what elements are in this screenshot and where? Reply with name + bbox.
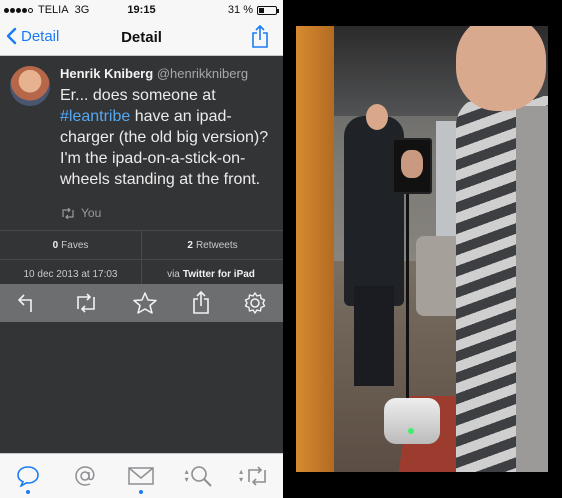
tweet-detail: Henrik Kniberg @henrikkniberg Er... does… [0,56,283,230]
retweet-icon [62,207,74,219]
person-foreground-left [296,26,334,472]
battery-status: 31 % [227,4,279,16]
telepresence-robot-ipad [392,138,432,194]
battery-percentage: 31 % [227,4,253,16]
tab-messages[interactable] [121,456,161,496]
retweeted-by-label: You [81,206,102,220]
unread-dot [139,490,144,494]
favorite-icon[interactable] [133,292,158,314]
at-sign-icon [75,466,95,486]
tab-mentions[interactable] [65,456,105,496]
hashtag-link[interactable]: #leantribe [60,108,130,125]
author-handle: @henrikkniberg [156,66,249,81]
person-jacket [516,106,548,472]
tweet-text: Er... does someone at #leantribe have an… [60,85,276,190]
person-smiling-head [456,26,546,111]
office-photo [296,26,548,472]
tweet-text-before: Er... does someone at [60,87,216,104]
retweeted-by: You [60,206,101,220]
retweet-icon[interactable] [73,293,99,313]
telepresence-robot-base [384,398,440,444]
author-name: Henrik Kniberg [60,66,154,81]
share-icon[interactable] [192,291,210,315]
share-button[interactable] [251,24,269,54]
person-legs [354,286,394,386]
settings-icon[interactable] [244,292,266,314]
unread-dot [26,490,31,494]
tweet-action-bar [0,284,283,322]
faves-count[interactable]: 0 Faves [0,231,141,259]
tab-bar: ▴ ▾ ▴ ▾ [0,453,283,498]
tab-timeline[interactable] [8,456,48,496]
tweet-author[interactable]: Henrik Kniberg @henrikkniberg [60,66,248,81]
person-head [366,104,388,130]
tab-search[interactable]: ▴ ▾ [178,456,218,496]
tab-retweets[interactable]: ▴ ▾ [235,456,275,496]
retweet-icon [248,466,266,486]
telepresence-robot-pole [406,176,409,406]
chat-bubble-icon [17,466,40,487]
share-icon [252,24,268,48]
avatar[interactable] [10,66,50,106]
search-icon [190,466,212,487]
mail-icon [128,467,155,485]
swap-indicator-icon: ▴ ▾ [239,467,244,484]
swap-indicator-icon: ▴ ▾ [184,467,189,484]
tweet-stats: 0 Faves 2 Retweets 10 dec 2013 at 17:03 vi… [0,230,283,289]
retweets-count[interactable]: 2 Retweets [141,231,283,259]
navigation-bar: Detail Detail [0,20,283,56]
battery-icon [257,5,279,15]
status-bar: TELIA 3G 19:15 31 % [0,0,283,20]
reply-icon[interactable] [17,293,39,313]
twitter-app-screen: TELIA 3G 19:15 31 % Detail Detail Henrik… [0,0,283,498]
page-title: Detail [121,29,162,46]
